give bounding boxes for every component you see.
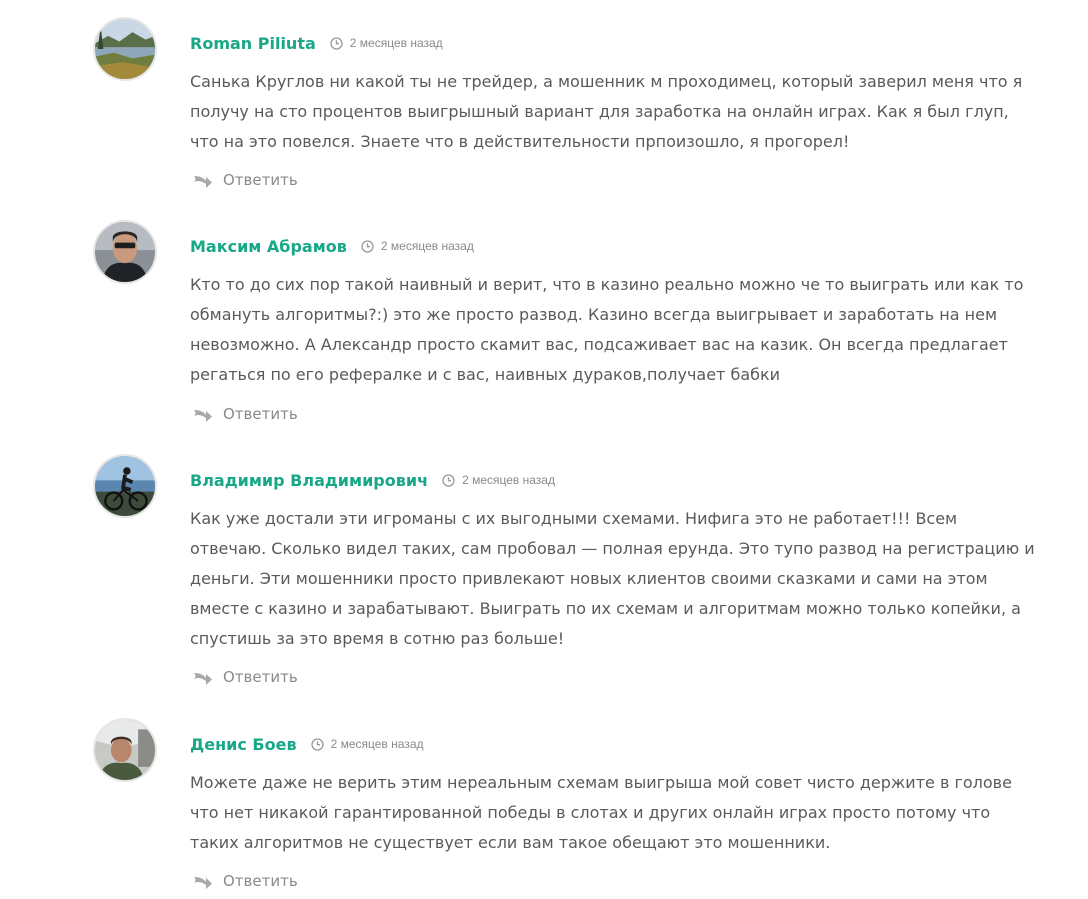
reply-arrow-icon [193, 172, 213, 188]
comment-meta: Денис Боев 2 месяцев назад [190, 732, 424, 756]
comment-meta: Максим Абрамов 2 месяцев назад [190, 234, 474, 258]
comment-meta: Владимир Владимирович 2 месяцев назад [190, 468, 555, 492]
reply-button[interactable]: Ответить [193, 169, 298, 191]
reply-label: Ответить [223, 405, 298, 423]
avatar[interactable] [93, 718, 157, 782]
avatar[interactable] [93, 17, 157, 81]
comment-author[interactable]: Денис Боев [190, 735, 297, 754]
clock-icon [310, 737, 324, 751]
reply-arrow-icon [193, 873, 213, 889]
comment-author[interactable]: Roman Piliuta [190, 34, 316, 53]
comment-time: 2 месяцев назад [349, 36, 443, 50]
reply-button[interactable]: Ответить [193, 403, 298, 425]
comment-text: Санька Круглов ни какой ты не трейдер, а… [190, 72, 1023, 151]
comment-meta: Roman Piliuta 2 месяцев назад [190, 31, 443, 55]
comment-author[interactable]: Владимир Владимирович [190, 471, 428, 490]
comment: Владимир Владимирович 2 месяцев назад Ка… [0, 454, 1088, 694]
avatar[interactable] [93, 454, 157, 518]
comment-text: Как уже достали эти игроманы с их выгодн… [190, 509, 1035, 648]
clock-icon [442, 473, 455, 487]
clock-icon [330, 36, 343, 50]
reply-button[interactable]: Ответить [193, 666, 298, 688]
reply-label: Ответить [223, 872, 298, 890]
comment: Денис Боев 2 месяцев назад Можете даже н… [0, 718, 1088, 898]
comment-time: 2 месяцев назад [462, 473, 555, 487]
reply-arrow-icon [193, 406, 213, 422]
comment-author[interactable]: Максим Абрамов [190, 237, 347, 256]
comment: Максим Абрамов 2 месяцев назад Кто то до… [0, 220, 1088, 430]
comment: Roman Piliuta 2 месяцев назад Санька Кру… [0, 17, 1088, 197]
comment-text: Можете даже не верить этим нереальным сх… [190, 773, 1012, 852]
avatar[interactable] [93, 220, 157, 284]
comment-time: 2 месяцев назад [330, 737, 424, 751]
comment-time: 2 месяцев назад [380, 239, 474, 253]
reply-label: Ответить [223, 668, 298, 686]
comment-text: Кто то до сих пор такой наивный и верит,… [190, 275, 1024, 384]
comment-list: Roman Piliuta 2 месяцев назад Санька Кру… [0, 0, 1088, 899]
clock-icon [361, 239, 374, 253]
reply-arrow-icon [193, 669, 213, 685]
reply-label: Ответить [223, 171, 298, 189]
reply-button[interactable]: Ответить [193, 870, 298, 892]
